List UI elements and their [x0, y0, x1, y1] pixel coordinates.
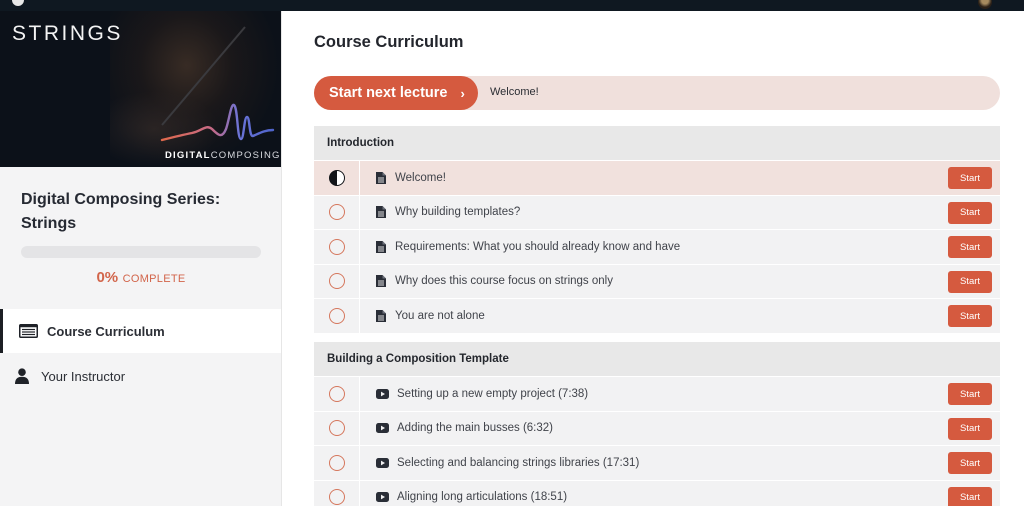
section-title: Introduction	[314, 126, 1000, 160]
lecture-title[interactable]: You are not alone	[395, 310, 485, 322]
lecture-status	[314, 161, 360, 195]
lecture-row[interactable]: Requirements: What you should already kn…	[314, 229, 1000, 264]
lecture-title[interactable]: Why building templates?	[395, 206, 520, 218]
document-icon	[375, 275, 387, 288]
lecture-row[interactable]: You are not alone Start	[314, 298, 1000, 333]
chevron-right-icon: ›	[460, 85, 465, 101]
user-icon	[14, 368, 30, 384]
empty-circle-icon	[328, 273, 345, 290]
lecture-title[interactable]: Why does this course focus on strings on…	[395, 275, 613, 287]
brand-light: COMPOSING	[210, 150, 281, 161]
next-lecture-name: Welcome!	[490, 86, 539, 98]
progress-complete-label: COMPLETE	[122, 273, 186, 285]
banner-brand: DIGITALCOMPOSING	[165, 150, 281, 161]
half-circle-progress-icon	[328, 169, 345, 186]
empty-circle-icon	[328, 420, 345, 437]
lecture-row[interactable]: Why building templates? Start	[314, 194, 1000, 229]
lecture-status	[314, 411, 360, 445]
progress-percent: 0%	[96, 269, 119, 286]
empty-circle-icon	[328, 307, 345, 324]
start-lecture-button[interactable]: Start	[948, 305, 992, 327]
start-lecture-button[interactable]: Start	[948, 236, 992, 258]
video-play-icon	[375, 388, 389, 400]
main-content: Course Curriculum Start next lecture › W…	[283, 11, 1024, 506]
video-play-icon	[375, 457, 389, 469]
document-icon	[375, 206, 387, 219]
start-next-lecture-label: Start next lecture	[329, 85, 448, 101]
sound-wave-icon	[160, 103, 275, 142]
start-lecture-button[interactable]: Start	[948, 417, 992, 440]
curriculum-list-icon	[18, 323, 38, 339]
lecture-status	[314, 480, 360, 506]
lecture-status	[314, 195, 360, 229]
lecture-row[interactable]: Setting up a new empty project (7:38) Sta…	[314, 376, 1000, 411]
empty-circle-icon	[328, 489, 345, 506]
lecture-status	[314, 299, 360, 333]
progress-bar	[21, 246, 261, 258]
course-banner: STRINGS DIGITALCOMPOSING	[0, 11, 281, 167]
sidebar-item-label: Course Curriculum	[47, 323, 165, 339]
progress-text: 0% COMPLETE	[0, 269, 282, 287]
top-bar	[0, 0, 1024, 11]
school-logo-icon[interactable]	[12, 0, 24, 6]
brand-bold: DIGITAL	[165, 150, 211, 161]
lecture-row[interactable]: Why does this course focus on strings on…	[314, 263, 1000, 298]
document-icon	[375, 240, 387, 253]
lecture-status	[314, 230, 360, 264]
next-lecture-bar: Start next lecture › Welcome!	[314, 76, 1000, 110]
curriculum-section: Building a Composition Template Setting u…	[314, 342, 1000, 506]
lecture-title[interactable]: Aligning long articulations (18:51)	[397, 491, 567, 503]
lecture-row[interactable]: Aligning long articulations (18:51) Start	[314, 479, 1000, 506]
sidebar: STRINGS DIGITALCOMPOSING Digital Composi…	[0, 11, 282, 506]
start-lecture-button[interactable]: Start	[948, 383, 992, 405]
empty-circle-icon	[328, 385, 345, 402]
lecture-status	[314, 446, 360, 480]
lecture-row[interactable]: Selecting and balancing strings librarie…	[314, 445, 1000, 480]
lecture-row[interactable]: Welcome! Start	[314, 160, 1000, 195]
document-icon	[375, 309, 387, 322]
lecture-title[interactable]: Selecting and balancing strings librarie…	[397, 457, 639, 469]
lecture-status	[314, 264, 360, 298]
start-next-lecture-button[interactable]: Start next lecture ›	[314, 76, 478, 110]
banner-title: STRINGS	[12, 22, 123, 45]
lecture-status	[314, 377, 360, 411]
start-lecture-button[interactable]: Start	[948, 167, 992, 189]
sidebar-item-your-instructor[interactable]: Your Instructor	[0, 354, 281, 398]
start-lecture-button[interactable]: Start	[948, 486, 992, 506]
sidebar-item-course-curriculum[interactable]: Course Curriculum	[0, 309, 281, 353]
course-title: Digital Composing Series: Strings	[21, 191, 221, 232]
video-play-icon	[375, 491, 389, 503]
start-lecture-button[interactable]: Start	[948, 270, 992, 293]
start-lecture-button[interactable]: Start	[948, 452, 992, 474]
sidebar-item-label: Your Instructor	[41, 368, 126, 384]
video-play-icon	[375, 422, 389, 434]
user-avatar-icon[interactable]	[978, 0, 992, 9]
lecture-title[interactable]: Requirements: What you should already kn…	[395, 241, 680, 253]
document-icon	[375, 171, 387, 184]
lecture-title[interactable]: Setting up a new empty project (7:38)	[397, 388, 588, 400]
section-title: Building a Composition Template	[314, 342, 1000, 376]
start-lecture-button[interactable]: Start	[948, 201, 992, 224]
page-title: Course Curriculum	[314, 33, 464, 51]
lecture-row[interactable]: Adding the main busses (6:32) Start	[314, 410, 1000, 445]
empty-circle-icon	[328, 204, 345, 221]
curriculum-section: Introduction Welcome! Start Why building te…	[314, 126, 1000, 333]
empty-circle-icon	[328, 454, 345, 471]
lecture-title[interactable]: Welcome!	[395, 172, 446, 184]
lecture-title[interactable]: Adding the main busses (6:32)	[397, 422, 553, 434]
empty-circle-icon	[328, 238, 345, 255]
